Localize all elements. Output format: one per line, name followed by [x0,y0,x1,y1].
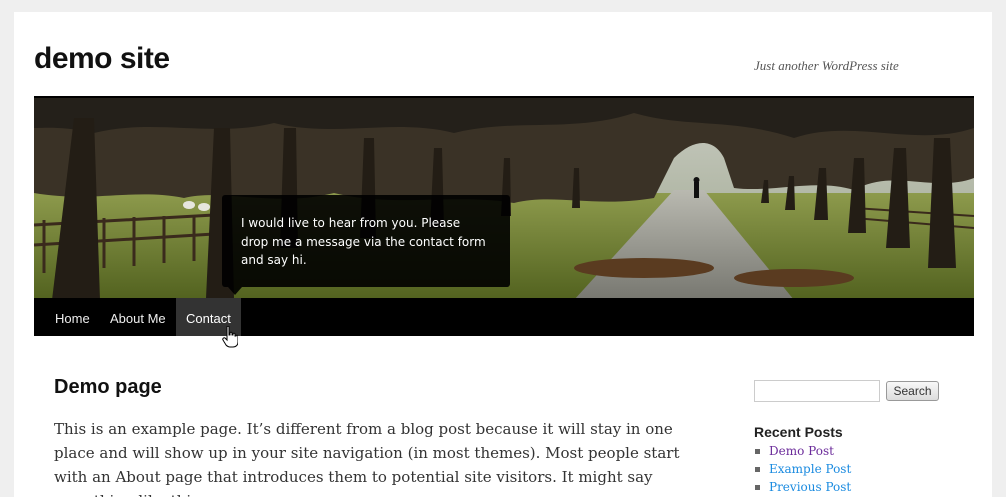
tooltip-arrow [228,287,242,295]
nav-item-about-me[interactable]: About Me [100,298,176,336]
recent-posts-list: Demo Post Example Post Previous Post [754,442,851,496]
main-navigation: Home About Me Contact [34,298,974,336]
page-title: Demo page [54,376,162,398]
list-item: Previous Post [754,478,851,496]
site-title[interactable]: demo site [34,42,170,76]
search-input[interactable] [754,380,880,402]
recent-post-link[interactable]: Previous Post [769,480,851,494]
recent-posts-title: Recent Posts [754,424,843,440]
page-container: demo site Just another WordPress site I … [14,12,992,497]
list-item: Demo Post [754,442,851,460]
bullet-icon [755,449,760,454]
hand-pointer-icon [222,325,239,353]
contact-tooltip: I would live to hear from you. Please dr… [222,195,510,287]
page-body-text: This is an example page. It’s different … [54,420,680,497]
recent-post-link[interactable]: Example Post [769,462,851,476]
search-button[interactable]: Search [886,381,939,401]
list-item: Example Post [754,460,851,478]
bullet-icon [755,485,760,490]
site-tagline: Just another WordPress site [754,58,899,73]
recent-post-link[interactable]: Demo Post [769,444,834,458]
nav-item-home[interactable]: Home [45,298,100,336]
bullet-icon [755,467,760,472]
